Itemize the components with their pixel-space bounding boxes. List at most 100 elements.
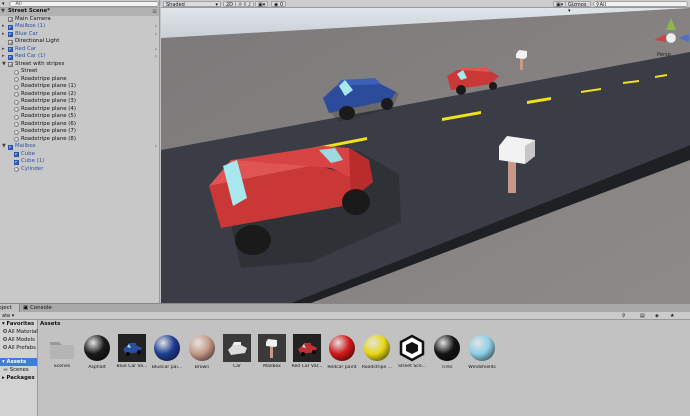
cube-icon [14, 152, 19, 157]
scene-menu-icon[interactable]: ≡ [152, 8, 157, 16]
hierarchy-item-label: Mailbox [15, 143, 36, 149]
hierarchy-item-label: Roadstripe plane [21, 75, 67, 82]
hierarchy-item[interactable]: Cube [0, 151, 159, 159]
asset-item[interactable]: Roadstripe ... [361, 334, 393, 370]
hierarchy-item[interactable]: ▸ Red Car (1) › [0, 53, 159, 61]
create-dropdown[interactable]: ▾ [2, 1, 5, 7]
hierarchy-search-input[interactable]: All [8, 0, 159, 7]
assets-folder-item[interactable]: ▾ Assets [0, 358, 37, 366]
hierarchy-item[interactable]: ▼ Street with stripes [0, 61, 159, 69]
hierarchy-item[interactable]: ▸ Mailbox (1) › [0, 23, 159, 31]
cube-icon [8, 47, 13, 52]
hierarchy-list: Main Camera ▸ Mailbox (1) › ▸ Blue Car › Direct… [0, 16, 159, 174]
asset-item[interactable]: Scenes [46, 334, 78, 369]
hierarchy-item[interactable]: Cylinder [0, 166, 159, 174]
prefab-arrow-icon[interactable]: › [155, 46, 157, 54]
scene-root-row[interactable]: ▼ Street Scene* ≡ [0, 8, 159, 16]
packages-folder-item[interactable]: ▸ Packages [0, 374, 37, 382]
hierarchy-item[interactable]: Roadstripe plane (8) [0, 136, 159, 144]
expand-triangle-icon[interactable]: ▸ [2, 31, 5, 39]
favorites-header[interactable]: ▾ Favorites [0, 320, 37, 328]
asset-item[interactable]: Tires [431, 334, 463, 370]
asset-item[interactable]: Mailbox [256, 334, 288, 369]
lighting-toggle-icon[interactable]: ☼ [235, 1, 246, 8]
expand-triangle-icon[interactable]: ▼ [2, 61, 6, 69]
hierarchy-item[interactable]: Directional Light [0, 38, 159, 46]
hierarchy-item[interactable]: Roadstripe plane (7) [0, 128, 159, 136]
scene-search-input[interactable]: ⚲All [593, 1, 688, 8]
fav-all-prefabs[interactable]: All Prefabs [0, 344, 37, 352]
expand-triangle-icon[interactable]: ▼ [1, 8, 5, 16]
sphere-icon [14, 99, 19, 105]
prefab-arrow-icon[interactable]: › [155, 53, 157, 61]
asset-name: Tires [441, 365, 453, 370]
hierarchy-item[interactable]: ▸ Blue Car › [0, 31, 159, 39]
hierarchy-item[interactable]: Roadstripe plane [0, 76, 159, 84]
expand-triangle-icon[interactable]: ▸ [2, 23, 5, 31]
label-filter-icon[interactable]: ▤ [640, 312, 645, 320]
asset-item[interactable]: Bluecar pai... [151, 334, 183, 370]
hierarchy-item[interactable]: Roadstripe plane (5) [0, 113, 159, 121]
asset-name: Street Sce... [397, 364, 427, 369]
asset-name: Windshields [468, 365, 496, 370]
create-dropdown-project[interactable]: ate ▾ [2, 312, 14, 320]
asset-item[interactable]: Asphalt [81, 334, 113, 370]
type-filter-icon[interactable]: ◈ [655, 312, 659, 320]
asset-name: Brown [194, 365, 210, 370]
asset-item[interactable]: Brown [186, 334, 218, 370]
hierarchy-item-label: Cube (1) [21, 158, 45, 164]
hierarchy-panel: ▾ All ▼ Street Scene* ≡ Main Camera ▸ Mail… [0, 0, 160, 303]
hierarchy-item[interactable]: Cube (1) [0, 158, 159, 166]
hidden-objects-icon[interactable]: ◉ 0 [271, 1, 287, 8]
prefab-arrow-icon[interactable]: › [155, 31, 157, 39]
asset-item[interactable]: Street Sce... [396, 334, 428, 369]
hierarchy-item[interactable]: Roadstripe plane (1) [0, 83, 159, 91]
hierarchy-item[interactable]: Roadstripe plane (6) [0, 121, 159, 129]
asset-item[interactable]: Blue Car Va... [116, 334, 148, 369]
asset-item[interactable]: Redcar paint [326, 334, 358, 370]
hierarchy-item[interactable]: Roadstripe plane (4) [0, 106, 159, 114]
hierarchy-item-label: Red Car (1) [15, 53, 46, 59]
material-icon [433, 335, 461, 363]
asset-name: Roadstripe ... [361, 365, 393, 370]
scene-canvas[interactable]: Persp [161, 0, 690, 303]
scene-view[interactable]: Shaded▾ 2D ☼ ♪ ▣▾ ◉ 0 ▣▾ Gizmos ▾ ⚲All [161, 0, 690, 303]
favorites-title: Favorites [6, 321, 35, 327]
unity-scene-icon [398, 334, 426, 362]
folder-icon: ▬ [3, 367, 9, 373]
effects-dropdown-icon[interactable]: ▣▾ [255, 1, 269, 8]
fav-all-models[interactable]: All Models [0, 336, 37, 344]
hierarchy-item[interactable]: Roadstripe plane (2) [0, 91, 159, 99]
assets-folder-label: Assets [6, 359, 27, 365]
shading-mode-dropdown[interactable]: Shaded ▾ [163, 1, 221, 8]
asset-name: Blue Car Va... [116, 364, 148, 369]
gizmos-dropdown[interactable]: Gizmos ▾ [565, 1, 591, 14]
assets-breadcrumb[interactable]: Assets [40, 321, 60, 327]
hierarchy-item-label: Street with stripes [15, 60, 65, 67]
cube-icon [8, 62, 13, 67]
asset-item[interactable]: Windshields [466, 334, 498, 370]
expand-triangle-icon[interactable]: ▸ [2, 46, 5, 54]
hierarchy-item[interactable]: Main Camera [0, 16, 159, 24]
prefab-arrow-icon[interactable]: › [155, 143, 157, 151]
scene-name: Street Scene* [8, 8, 50, 14]
star-filter-icon[interactable]: ★ [670, 312, 674, 320]
prefab-arrow-icon[interactable]: › [155, 23, 157, 31]
sphere-icon [14, 167, 19, 172]
hierarchy-item[interactable]: ▼ Mailbox › [0, 143, 159, 151]
hierarchy-item[interactable]: Roadstripe plane (3) [0, 98, 159, 106]
expand-triangle-icon[interactable]: ▸ [2, 53, 5, 61]
favorites-panel: ▾ Favorites All Materials All Models All… [0, 320, 41, 416]
persp-label[interactable]: Persp [657, 52, 671, 58]
fav-all-materials[interactable]: All Materials [0, 328, 41, 336]
asset-item[interactable]: Car [221, 334, 253, 369]
scenes-folder-item[interactable]: ▬ Scenes [0, 366, 37, 374]
asset-item[interactable]: Red Car Var... [291, 334, 323, 369]
scene-toolbar: Shaded ▾ 2D ☼ ♪ ▣▾ ◉ 0 ▣▾ Gizmos ▾ ⚲All [161, 0, 690, 14]
sphere-icon [14, 137, 19, 142]
hierarchy-item[interactable]: ▸ Red Car › [0, 46, 159, 54]
audio-toggle-icon[interactable]: ♪ [245, 1, 255, 8]
hierarchy-item[interactable]: Street [0, 68, 159, 76]
expand-triangle-icon[interactable]: ▼ [2, 143, 6, 151]
search-project-icon[interactable]: ⚲ [622, 312, 626, 320]
